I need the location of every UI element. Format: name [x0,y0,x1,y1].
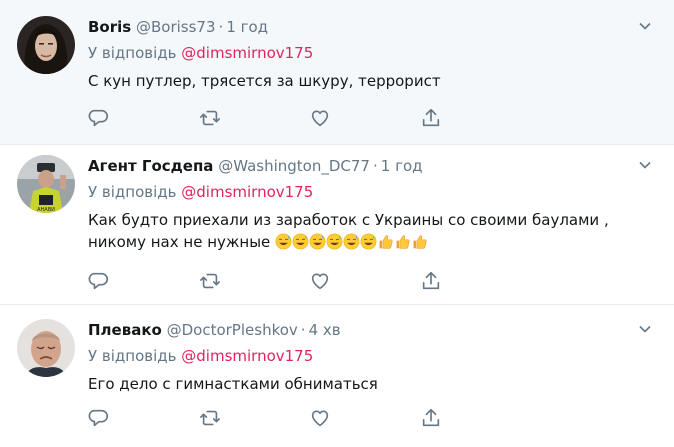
reply-mention-link[interactable]: @dimsmirnov175 [181,347,313,365]
reply-mention-link[interactable]: @dimsmirnov175 [181,183,313,201]
heart-icon[interactable] [309,107,333,131]
tweet-actions [88,107,448,131]
display-name[interactable]: Плевако [88,321,162,339]
tweet-header: Плевако @DoctorPleshkov · 4 хв [88,319,654,341]
tweet[interactable]: Плевако @DoctorPleshkov · 4 хв У відповідь… [0,305,674,447]
avatar[interactable] [17,319,75,377]
tweet[interactable]: АНАВИ Агент Госдепа @Washington_DC77 · 1 г… [0,145,674,305]
separator-dot: · [372,157,378,175]
timestamp[interactable]: 1 год [226,18,268,36]
tweet[interactable]: Boris @Boriss73 · 1 год У відповідь @dimsm… [0,0,674,145]
retweet-icon[interactable] [199,107,223,131]
retweet-icon[interactable] [199,407,223,431]
reply-context: У відповідь @dimsmirnov175 [88,345,654,367]
thumbs-up-emoji [394,233,411,250]
sweat-smile-emoji [309,233,326,250]
share-icon[interactable] [420,270,444,294]
tweet-feed: Boris @Boriss73 · 1 год У відповідь @dimsm… [0,0,674,447]
sweat-smile-emoji [275,233,292,250]
retweet-icon[interactable] [199,270,223,294]
tweet-actions [88,270,448,294]
reply-icon[interactable] [88,107,112,131]
separator-dot: · [300,321,306,339]
tweet-header: Агент Госдепа @Washington_DC77 · 1 год [88,155,654,177]
avatar[interactable] [17,16,75,74]
tweet-text: Как будто приехали из заработок с Украин… [88,209,654,253]
reply-prefix: У відповідь [88,347,177,365]
display-name[interactable]: Агент Госдепа [88,157,213,175]
timestamp[interactable]: 1 год [381,157,423,175]
reply-context: У відповідь @dimsmirnov175 [88,181,654,203]
tweet-content: Плевако @DoctorPleshkov · 4 хв У відповідь… [88,319,654,395]
heart-icon[interactable] [309,270,333,294]
sweat-smile-emoji [326,233,343,250]
thumbs-up-emoji [411,233,428,250]
chevron-down-icon[interactable] [638,158,652,172]
user-handle[interactable]: @Boriss73 [136,18,216,36]
reply-context: У відповідь @dimsmirnov175 [88,42,654,64]
tweet-content: Агент Госдепа @Washington_DC77 · 1 год У в… [88,155,654,253]
thumbs-up-emoji [377,233,394,250]
emoji-row [275,233,428,251]
reply-prefix: У відповідь [88,44,177,62]
sweat-smile-emoji [343,233,360,250]
user-handle[interactable]: @Washington_DC77 [218,157,370,175]
tweet-content: Boris @Boriss73 · 1 год У відповідь @dimsm… [88,16,654,92]
chevron-down-icon[interactable] [638,19,652,33]
timestamp[interactable]: 4 хв [309,321,341,339]
reply-icon[interactable] [88,270,112,294]
reply-prefix: У відповідь [88,183,177,201]
user-handle[interactable]: @DoctorPleshkov [167,321,298,339]
svg-text:АНАВИ: АНАВИ [37,207,55,213]
tweet-actions [88,407,448,431]
share-icon[interactable] [420,407,444,431]
separator-dot: · [218,18,224,36]
avatar[interactable]: АНАВИ [17,155,75,213]
reply-mention-link[interactable]: @dimsmirnov175 [181,44,313,62]
display-name[interactable]: Boris [88,18,131,36]
tweet-text: С кун путлер, трясется за шкуру, террори… [88,72,441,90]
reply-icon[interactable] [88,407,112,431]
sweat-smile-emoji [292,233,309,250]
heart-icon[interactable] [309,407,333,431]
tweet-header: Boris @Boriss73 · 1 год [88,16,654,38]
share-icon[interactable] [420,107,444,131]
tweet-text: Его дело с гимнастками обниматься [88,375,378,393]
sweat-smile-emoji [360,233,377,250]
chevron-down-icon[interactable] [638,322,652,336]
